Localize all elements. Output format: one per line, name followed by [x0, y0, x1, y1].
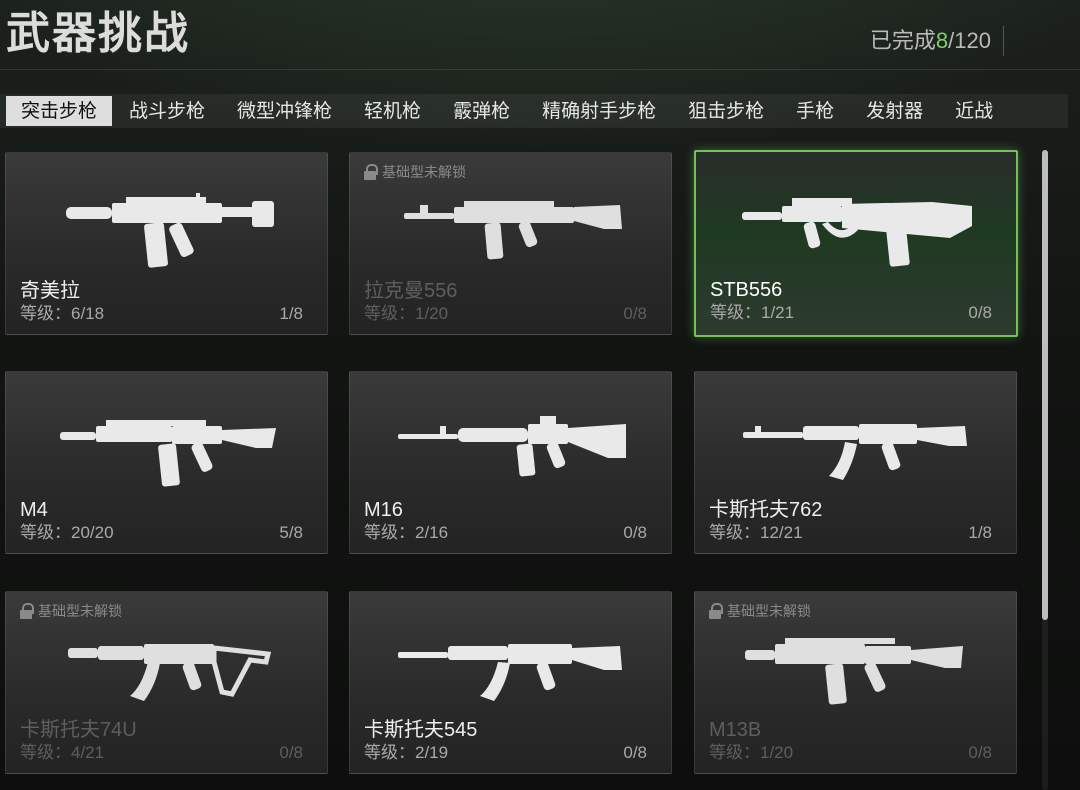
scrollbar[interactable]: [1042, 150, 1048, 790]
carbine-rifle-icon: [60, 420, 276, 487]
weapon-level: 等级：1/21: [710, 303, 795, 322]
carbine-rifle-icon: [745, 638, 963, 705]
weapon-name: M16: [364, 499, 403, 521]
weapon-card-m16[interactable]: M16 等级：2/16 0/8: [349, 371, 672, 554]
challenge-count: 0/8: [279, 743, 303, 762]
smg-compact-rifle-icon: [66, 193, 274, 268]
weapon-name: M4: [20, 499, 48, 521]
weapon-card-kastov-545[interactable]: 卡斯托夫545 等级：2/19 0/8: [349, 591, 672, 774]
weapon-name: 奇美拉: [20, 280, 80, 302]
weapon-name: 拉克曼556: [364, 280, 458, 302]
tab-pistol[interactable]: 手枪: [781, 96, 849, 126]
bullpup-rifle-icon: [742, 198, 972, 267]
weapon-name: 卡斯托夫545: [364, 719, 478, 741]
tab-sniper-rifle[interactable]: 狙击步枪: [673, 96, 779, 126]
weapon-level: 等级：1/20: [364, 304, 449, 323]
weapon-name: 卡斯托夫74U: [20, 719, 137, 741]
lock-icon: [364, 164, 378, 180]
tab-melee[interactable]: 近战: [940, 96, 1008, 126]
weapon-level: 等级：6/18: [20, 304, 105, 323]
progress-label: 已完成: [869, 28, 936, 53]
challenge-count: 0/8: [968, 303, 992, 322]
weapon-name: STB556: [710, 279, 783, 301]
weapon-level: 等级：12/21: [709, 523, 803, 542]
lock-icon: [709, 603, 723, 619]
weapon-card-lachmann-556[interactable]: 基础型未解锁 拉克曼556 等级：1/20 0/8: [349, 152, 672, 335]
classic-rifle-icon: [398, 416, 626, 477]
completion-progress: 已完成8/120: [870, 26, 1004, 56]
tab-lmg[interactable]: 轻机枪: [349, 96, 436, 126]
weapon-card-kastov-74u[interactable]: 基础型未解锁 卡斯托夫74U 等级：4/21 0/8: [5, 591, 328, 774]
weapon-name: 卡斯托夫762: [709, 499, 823, 521]
ak-rifle-icon: [398, 644, 622, 701]
tab-assault-rifle[interactable]: 突击步枪: [6, 96, 113, 126]
weapon-card-kastov-762[interactable]: 卡斯托夫762 等级：12/21 1/8: [694, 371, 1017, 554]
weapon-level: 等级：1/20: [709, 743, 794, 762]
weapon-card-m13b[interactable]: 基础型未解锁 M13B 等级：1/20 0/8: [694, 591, 1017, 774]
weapon-level: 等级：20/20: [20, 523, 114, 542]
weapon-level: 等级：2/16: [364, 523, 449, 542]
challenge-count: 1/8: [279, 304, 303, 323]
weapon-level: 等级：2/19: [364, 743, 449, 762]
page-title: 武器挑战: [6, 8, 190, 59]
tab-smg[interactable]: 微型冲锋枪: [222, 96, 347, 126]
lock-icon: [20, 603, 34, 619]
weapon-level: 等级：4/21: [20, 743, 105, 762]
category-tabs: 突击步枪 战斗步枪 微型冲锋枪 轻机枪 霰弹枪 精确射手步枪 狙击步枪 手枪 发…: [0, 94, 1068, 128]
battle-rifle-icon: [404, 201, 622, 260]
progress-done: 8: [935, 28, 949, 53]
weapon-card-chimera[interactable]: 奇美拉 等级：6/18 1/8: [5, 152, 328, 335]
weapon-name: M13B: [709, 719, 762, 741]
challenge-count: 0/8: [623, 523, 647, 542]
scrollbar-thumb[interactable]: [1042, 150, 1048, 620]
tab-shotgun[interactable]: 霰弹枪: [438, 96, 525, 126]
challenge-count: 0/8: [623, 743, 647, 762]
header: 武器挑战 已完成8/120: [0, 0, 1080, 70]
tab-launcher[interactable]: 发射器: [851, 96, 938, 126]
tab-marksman-rifle[interactable]: 精确射手步枪: [527, 96, 671, 126]
challenge-count: 5/8: [279, 523, 303, 542]
challenge-count: 0/8: [968, 743, 992, 762]
ak-short-rifle-icon: [68, 644, 272, 701]
weapon-card-stb556[interactable]: STB556 等级：1/21 0/8: [694, 150, 1018, 337]
challenge-count: 0/8: [623, 304, 647, 323]
progress-total: /120: [948, 28, 991, 53]
weapon-card-m4[interactable]: M4 等级：20/20 5/8: [5, 371, 328, 554]
tab-battle-rifle[interactable]: 战斗步枪: [114, 96, 220, 126]
ak-rifle-icon: [743, 424, 967, 480]
challenge-count: 1/8: [968, 523, 992, 542]
